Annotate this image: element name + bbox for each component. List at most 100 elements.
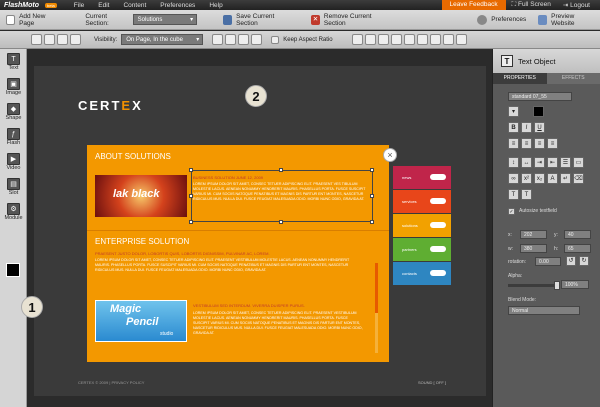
align-center-text-icon[interactable]: ≡ — [521, 138, 532, 149]
preview-website-button[interactable]: Preview Website — [532, 13, 600, 27]
tool-module[interactable]: ⚙ Module — [0, 203, 27, 224]
paste-icon[interactable] — [57, 34, 68, 45]
sound-toggle[interactable]: SOUND [ OFF ] — [418, 380, 446, 385]
nav-tab-services[interactable]: services — [393, 190, 451, 213]
resize-handle[interactable] — [189, 168, 193, 172]
copy-icon[interactable] — [44, 34, 55, 45]
tab-effects[interactable]: EFFECTS — [546, 73, 600, 84]
w-input[interactable]: 380 — [520, 244, 547, 253]
save-section-button[interactable]: Save Current Section — [217, 13, 297, 27]
case-icon[interactable]: A — [547, 173, 558, 184]
align-right-text-icon[interactable]: ≡ — [534, 138, 545, 149]
resize-handle[interactable] — [370, 194, 374, 198]
tool-shape[interactable]: ◆ Shape — [0, 103, 27, 124]
blend-mode-select[interactable]: Normal — [508, 306, 580, 315]
align-left-icon[interactable] — [351, 34, 363, 45]
align-left-text-icon[interactable]: ≡ — [508, 138, 519, 149]
lock-icon[interactable] — [455, 34, 467, 45]
rotation-input[interactable]: 0.00 — [535, 257, 561, 266]
link-icon[interactable]: ∞ — [508, 173, 519, 184]
arrow-pill-icon — [430, 198, 446, 204]
x-input[interactable]: 202 — [520, 230, 547, 239]
resize-handle[interactable] — [370, 220, 374, 224]
nav-tab-news[interactable]: news — [393, 166, 451, 189]
line-spacing-icon[interactable]: ↕ — [508, 157, 519, 168]
fullscreen-button[interactable]: ⛶ Full Screen — [506, 1, 557, 9]
lak-black-image[interactable]: lak black — [95, 175, 187, 217]
rotate-left-icon[interactable]: ↺ — [566, 256, 576, 266]
bring-forward-icon[interactable] — [225, 34, 237, 45]
underline-button[interactable]: U — [534, 122, 545, 133]
nav-tab-solutions[interactable]: solutions — [393, 214, 451, 237]
add-page-button[interactable]: Add New Page — [0, 13, 63, 27]
delete-icon[interactable] — [70, 34, 81, 45]
menu-preferences[interactable]: Preferences — [153, 2, 202, 9]
leave-feedback-button[interactable]: Leave Feedback — [441, 0, 506, 10]
alpha-slider-thumb[interactable] — [554, 281, 560, 290]
align-right-icon[interactable] — [377, 34, 389, 45]
site-logo-left: CERT — [78, 98, 122, 113]
nav-tab-partners[interactable]: partners — [393, 238, 451, 261]
bring-front-icon[interactable] — [212, 34, 224, 45]
menu-help[interactable]: Help — [202, 2, 229, 9]
tool-text[interactable]: T Text — [0, 53, 27, 74]
list-icon[interactable]: ☰ — [560, 157, 571, 168]
color-swatch[interactable] — [6, 263, 20, 277]
clear-format-icon[interactable]: ⌫ — [573, 173, 584, 184]
cut-icon[interactable] — [31, 34, 42, 45]
alpha-input[interactable]: 100% — [561, 280, 589, 289]
menu-content[interactable]: Content — [116, 2, 153, 9]
tool-label: Slot — [8, 190, 19, 196]
nav-tab-contacts[interactable]: contacts — [393, 262, 451, 285]
preferences-button[interactable]: Preferences — [471, 14, 532, 25]
autosize-checkbox[interactable]: ✓ — [508, 208, 515, 215]
bold-button[interactable]: B — [508, 122, 519, 133]
tool-video[interactable]: ▶ Video — [0, 153, 27, 174]
send-back-icon[interactable] — [251, 34, 263, 45]
current-section-select[interactable]: Solutions — [132, 14, 198, 25]
subscript-icon[interactable]: x₂ — [534, 173, 545, 184]
keep-aspect-checkbox[interactable] — [271, 35, 280, 44]
font-size-down-icon[interactable]: ▾ — [508, 106, 519, 117]
outdent-icon[interactable]: ⇤ — [547, 157, 558, 168]
resize-handle[interactable] — [189, 220, 193, 224]
scrollbar-thumb[interactable] — [375, 263, 378, 313]
align-justify-text-icon[interactable]: ≡ — [547, 138, 558, 149]
align-top-icon[interactable] — [390, 34, 402, 45]
resize-handle[interactable] — [279, 168, 283, 172]
menu-file[interactable]: File — [67, 2, 91, 9]
visibility-select[interactable]: On Page, In the cube — [121, 34, 204, 45]
alpha-slider[interactable] — [508, 281, 560, 290]
text-style-select[interactable]: standard 07_55 — [508, 92, 572, 101]
rotate-right-icon[interactable]: ↻ — [579, 256, 589, 266]
magic-pencil-image[interactable]: Magic Pencil studio — [95, 300, 187, 342]
superscript-icon[interactable]: x² — [521, 173, 532, 184]
y-input[interactable]: 40 — [564, 230, 591, 239]
text-color-swatch[interactable] — [533, 106, 544, 117]
wrap-icon[interactable]: ↵ — [560, 173, 571, 184]
tool-image[interactable]: ▣ Image — [0, 78, 27, 99]
close-panel-button[interactable]: × — [383, 148, 397, 162]
indent-icon[interactable]: ⇥ — [534, 157, 545, 168]
tab-properties[interactable]: PROPERTIES — [493, 73, 547, 84]
letter-spacing-icon[interactable]: ↔ — [521, 157, 532, 168]
align-bottom-icon[interactable] — [416, 34, 428, 45]
menu-edit[interactable]: Edit — [91, 2, 116, 9]
resize-handle[interactable] — [370, 168, 374, 172]
distribute-icon[interactable] — [429, 34, 441, 45]
text-size-up-icon[interactable]: T — [508, 189, 519, 200]
margin-icon[interactable]: ▭ — [573, 157, 584, 168]
tool-slot[interactable]: ▤ Slot — [0, 178, 27, 199]
resize-handle[interactable] — [279, 220, 283, 224]
about-body: LOREM IPSUM DOLOR SIT AMET, CONSEC TETUE… — [193, 182, 366, 201]
logout-button[interactable]: ⇥ Logout — [557, 1, 596, 9]
h-input[interactable]: 65 — [564, 244, 591, 253]
send-backward-icon[interactable] — [238, 34, 250, 45]
remove-section-button[interactable]: ✕ Remove Current Section — [305, 13, 393, 27]
align-middle-icon[interactable] — [403, 34, 415, 45]
text-size-down-icon[interactable]: T — [521, 189, 532, 200]
close-x-icon[interactable] — [442, 34, 454, 45]
tool-flash[interactable]: ƒ Flash — [0, 128, 27, 149]
align-center-icon[interactable] — [364, 34, 376, 45]
italic-button[interactable]: I — [521, 122, 532, 133]
